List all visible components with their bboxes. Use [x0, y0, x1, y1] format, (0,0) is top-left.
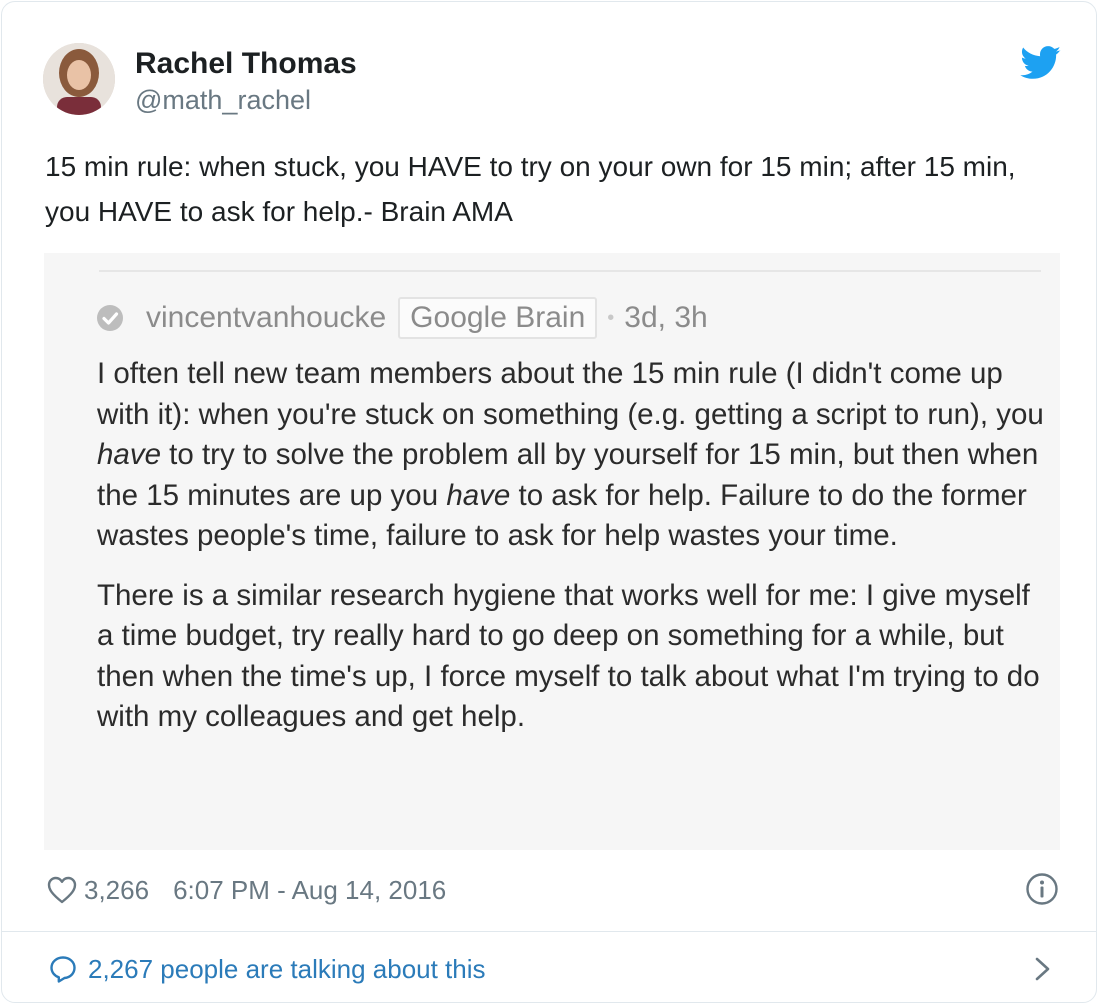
answer-emphasis: have [446, 478, 511, 512]
speech-bubble-icon [50, 956, 76, 983]
answer-tag: Google Brain [398, 297, 598, 339]
answer-emphasis: have [97, 438, 161, 471]
author-handle[interactable]: @math_rachel [135, 84, 311, 116]
answer-username: vincentvanhoucke [146, 301, 387, 334]
tweet-card: Rachel Thomas @math_rachel 15 min rule: … [1, 1, 1097, 1003]
check-circle-icon [97, 305, 123, 331]
tweet-actions: 3,266 6:07 PM - Aug 14, 2016 [46, 872, 446, 908]
author-avatar[interactable] [43, 43, 115, 115]
answer-paragraph: There is a similar research hygiene that… [97, 578, 1040, 734]
chevron-right-icon[interactable] [1032, 954, 1054, 984]
tweet-text: 15 min rule: when stuck, you HAVE to try… [45, 151, 1016, 227]
cropped-row [99, 842, 1041, 850]
info-icon[interactable] [1025, 872, 1059, 906]
talking-text: 2,267 people are talking about this [88, 953, 486, 984]
answer-time: 3d, 3h [624, 301, 708, 334]
answer-paragraph: I often tell new team members about the … [97, 354, 1052, 557]
talking-link[interactable]: 2,267 people are talking about this [48, 950, 486, 988]
answer-header: vincentvanhoucke Google Brain • 3d, 3h [96, 297, 708, 339]
separator-dot: • [607, 306, 615, 329]
tweet-timestamp[interactable]: 6:07 PM - Aug 14, 2016 [173, 875, 446, 906]
avatar-image [43, 43, 115, 115]
author-name[interactable]: Rachel Thomas [135, 46, 357, 82]
heart-icon[interactable] [46, 875, 78, 905]
answer-body: I often tell new team members about the … [97, 354, 1052, 757]
answer-text: I often tell new team members about the … [97, 357, 1044, 431]
tweet-media-image[interactable]: vincentvanhoucke Google Brain • 3d, 3h I… [44, 253, 1060, 850]
twitter-bird-icon[interactable] [1020, 46, 1062, 80]
footer-divider [2, 931, 1096, 932]
like-count[interactable]: 3,266 [84, 875, 149, 906]
media-divider [99, 270, 1041, 272]
